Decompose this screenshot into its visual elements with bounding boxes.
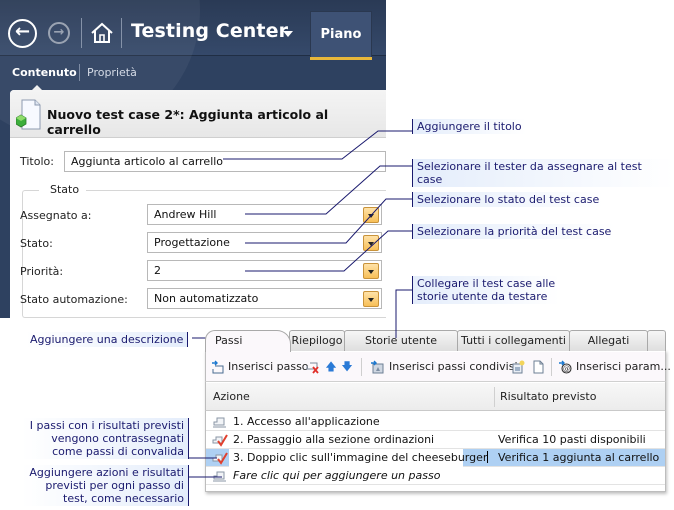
subnav-divider <box>79 64 80 81</box>
assigned-to-dropdown[interactable]: Andrew Hill <box>147 204 382 225</box>
chevron-down-icon[interactable] <box>363 235 379 251</box>
column-header-azione[interactable]: Azione <box>213 390 250 403</box>
state-group-label: Stato <box>39 183 87 196</box>
validation-step-icon <box>212 452 228 465</box>
form-header: Nuovo test case 2*: Aggiunta articolo al… <box>10 90 386 138</box>
toolbar-divider <box>361 358 362 376</box>
steps-grid-header: Azione Risultato previsto <box>205 383 666 411</box>
test-case-document-icon <box>16 99 41 130</box>
toolbar-divider <box>551 358 552 376</box>
work-item-form: Nuovo test case 2*: Aggiunta articolo al… <box>10 90 386 318</box>
priority-dropdown[interactable]: 2 <box>147 260 382 281</box>
chevron-down-icon[interactable] <box>363 263 379 279</box>
move-up-icon[interactable]: 🡅 <box>324 360 338 374</box>
subnav-contenuto[interactable]: Contenuto <box>12 66 77 79</box>
callout-line: Aggiungere azioni e risultati <box>29 466 184 479</box>
work-item-title: Nuovo test case 2*: Aggiunta articolo al… <box>47 107 329 137</box>
insert-shared-steps-button[interactable]: Inserisci passi condivisi <box>389 360 518 373</box>
tab-tutti-i-collegamenti[interactable]: Tutti i collegamenti <box>457 330 570 351</box>
table-row[interactable]: 2. Passaggio alla sezione ordinazioni Ve… <box>206 431 665 449</box>
subnav-proprieta[interactable]: Proprietà <box>87 66 137 79</box>
insert-step-button[interactable]: Inserisci passo <box>228 360 309 373</box>
table-row[interactable]: 1. Accesso all'applicazione <box>206 413 665 431</box>
chevron-down-icon[interactable] <box>283 31 293 37</box>
table-row-selected[interactable]: 3. Doppio clic sull'immagine del cheeseb… <box>206 449 665 467</box>
move-down-icon[interactable]: 🡇 <box>340 360 354 374</box>
forward-arrow-icon[interactable]: → <box>48 22 70 44</box>
testing-center-window: ← → Testing Center Piano Contenuto Propr… <box>0 0 386 318</box>
add-step-hint[interactable]: Fare clic qui per aggiungere un passo <box>233 469 440 482</box>
add-step-row[interactable]: Fare clic qui per aggiungere un passo <box>206 467 665 485</box>
insert-parameter-icon[interactable]: @ <box>558 360 572 374</box>
steps-panel: Riepilogo Storie utente testate Tutti i … <box>205 330 671 492</box>
callout-add-title: Aggiungere il titolo <box>412 119 526 134</box>
step-expected-result[interactable]: Verifica 10 pasti disponibili <box>498 433 646 446</box>
tab-storie-utente-testate[interactable]: Storie utente testate <box>344 330 458 367</box>
steps-toolbar: Inserisci passo 🡅 🡇 Inserisci passi cond… <box>205 352 671 382</box>
callout-line: previsti per ogni passo di <box>45 479 184 492</box>
callout-line: vengono contrassegnati <box>51 432 184 445</box>
header-divider <box>81 18 82 48</box>
automation-status-value: Non automatizzato <box>154 292 259 305</box>
state-dropdown[interactable]: Progettazione <box>147 232 382 253</box>
callout-link-stories: Collegare il test case alle storie utent… <box>412 276 560 304</box>
callout-line: come passi di convalida <box>52 445 184 458</box>
back-arrow-icon[interactable]: ← <box>8 19 37 48</box>
insert-shared-steps-icon[interactable] <box>370 360 384 374</box>
title-label: Titolo: <box>20 155 54 168</box>
delete-step-icon[interactable] <box>306 360 320 374</box>
create-shared-steps-icon[interactable] <box>511 360 525 374</box>
open-shared-steps-icon[interactable] <box>531 360 545 374</box>
text-cursor <box>487 451 489 463</box>
tab-piano[interactable]: Piano <box>310 11 372 60</box>
column-divider[interactable] <box>494 387 495 407</box>
chevron-down-icon[interactable] <box>363 207 379 223</box>
insert-parameter-button[interactable]: Inserisci param... <box>576 360 671 373</box>
automation-status-dropdown[interactable]: Non automatizzato <box>147 288 382 309</box>
tab-passi[interactable]: Passi <box>205 330 291 352</box>
callout-select-priority: Selezionare la priorità del test case <box>412 224 616 239</box>
automation-status-label: Stato automazione: <box>20 293 128 306</box>
priority-label: Priorità: <box>20 265 64 278</box>
column-header-risultato-previsto[interactable]: Risultato previsto <box>500 390 596 403</box>
step-action: 3. Doppio clic sull'immagine del cheeseb… <box>233 451 488 464</box>
header-divider <box>121 18 122 48</box>
callout-line: Collegare il test case alle <box>417 277 556 290</box>
sub-navigation: Contenuto Proprietà <box>0 57 386 91</box>
callout-line: test, come necessario <box>63 492 184 505</box>
callout-select-state: Selezionare lo stato del test case <box>412 192 604 207</box>
app-title[interactable]: Testing Center <box>131 20 288 42</box>
callout-line: storie utente da testare <box>417 290 548 303</box>
state-label: Stato: <box>20 237 53 250</box>
step-expected-result[interactable]: Verifica 1 aggiunta al carrello <box>498 451 659 464</box>
priority-value: 2 <box>154 264 161 277</box>
new-step-icon <box>213 471 226 482</box>
validation-step-icon <box>212 434 228 447</box>
step-action[interactable]: 1. Accesso all'applicazione <box>233 415 380 428</box>
step-icon <box>213 417 226 428</box>
chevron-down-icon[interactable] <box>363 291 379 307</box>
callout-select-tester: Selezionare il tester da assegnare al te… <box>412 159 674 187</box>
tab-allegati[interactable]: Allegati <box>569 330 648 351</box>
callout-line: I passi con i risultati previsti <box>29 419 184 432</box>
assigned-to-label: Assegnato a: <box>20 209 92 222</box>
tab-riepilogo[interactable]: Riepilogo <box>289 330 345 351</box>
step-action-input[interactable]: 3. Doppio clic sull'immagine del cheeseb… <box>233 451 489 464</box>
callout-add-actions: Aggiungere azioni e risultati previsti p… <box>22 465 189 506</box>
callout-validation-steps: I passi con i risultati previsti vengono… <box>22 418 189 459</box>
insert-step-icon[interactable] <box>211 360 225 374</box>
tab-overflow[interactable] <box>647 330 666 351</box>
title-input[interactable]: Aggiunta articolo al carrello <box>64 151 386 172</box>
step-action[interactable]: 2. Passaggio alla sezione ordinazioni <box>233 433 434 446</box>
svg-text:@: @ <box>563 365 570 373</box>
app-header: ← → Testing Center Piano <box>0 0 386 140</box>
assigned-to-value: Andrew Hill <box>154 208 217 221</box>
home-icon[interactable] <box>90 21 114 45</box>
callout-add-description: Aggiungere una descrizione <box>26 332 189 347</box>
state-value: Progettazione <box>154 236 230 249</box>
